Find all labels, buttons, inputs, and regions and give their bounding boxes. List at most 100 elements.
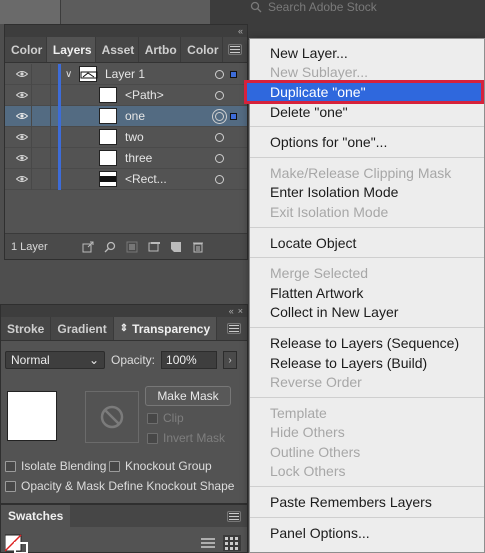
- fill-stroke-icon[interactable]: [4, 533, 31, 553]
- search-field[interactable]: Search Adobe Stock: [250, 0, 485, 14]
- list-view-icon[interactable]: [201, 537, 215, 549]
- lock-toggle[interactable]: [31, 63, 51, 85]
- panel-collapse-bar[interactable]: «×: [1, 305, 247, 317]
- menu-item-options[interactable]: Options for "one"...: [250, 132, 484, 152]
- tab-color-guide[interactable]: Color: [181, 37, 224, 62]
- knockout-group-label: Knockout Group: [125, 459, 212, 473]
- collapse-icon[interactable]: «: [229, 306, 234, 316]
- menu-item-merge-selected: Merge Selected: [270, 265, 369, 282]
- isolate-blending-option[interactable]: Isolate Blending: [5, 459, 106, 473]
- menu-separator: [250, 486, 484, 488]
- menu-item-enter-isolation[interactable]: Enter Isolation Mode: [250, 183, 484, 203]
- lock-toggle[interactable]: [31, 126, 51, 148]
- tab-asset[interactable]: Asset: [96, 37, 139, 62]
- invert-mask-checkbox[interactable]: [147, 432, 158, 444]
- menu-item-new-layer[interactable]: New Layer...: [250, 43, 484, 63]
- visibility-eye-icon[interactable]: [13, 154, 31, 162]
- tab-transparency[interactable]: ⇕ Transparency: [113, 317, 218, 340]
- sublayer-row[interactable]: two: [5, 126, 247, 148]
- menu-item-collect-new-layer[interactable]: Collect in New Layer: [250, 303, 484, 323]
- locate-object-icon[interactable]: [99, 240, 121, 254]
- opacity-input[interactable]: 100%: [161, 351, 218, 369]
- clip-option[interactable]: Clip: [147, 411, 184, 425]
- lock-toggle[interactable]: [31, 105, 51, 127]
- grid-view-icon[interactable]: [223, 535, 241, 551]
- knockout-group-option[interactable]: Knockout Group: [109, 459, 212, 473]
- menu-item-release-sequence[interactable]: Release to Layers (Sequence): [250, 333, 484, 353]
- layer-name[interactable]: Layer 1: [105, 67, 145, 81]
- visibility-eye-icon[interactable]: [13, 112, 31, 120]
- clip-checkbox[interactable]: [147, 412, 158, 424]
- menu-item-new-sublayer: New Sublayer...: [270, 64, 369, 81]
- mask-thumbnail[interactable]: [85, 391, 139, 443]
- knockout-group-checkbox[interactable]: [109, 460, 120, 472]
- layers-panel-tabs: Color Layers Asset Artbo Color: [5, 37, 247, 63]
- tab-color[interactable]: Color: [5, 37, 47, 62]
- panel-menu-button[interactable]: [221, 317, 247, 340]
- new-layer-icon[interactable]: [165, 240, 187, 254]
- panel-menu-button[interactable]: [221, 510, 247, 522]
- collapse-icon[interactable]: «: [238, 26, 243, 36]
- sublayer-row[interactable]: <Path>: [5, 84, 247, 106]
- export-icon[interactable]: [77, 240, 99, 254]
- item-name[interactable]: one: [125, 109, 145, 123]
- expand-chevron-icon[interactable]: ∨: [65, 69, 79, 80]
- menu-item-release-build[interactable]: Release to Layers (Build): [250, 353, 484, 373]
- visibility-eye-icon[interactable]: [13, 133, 31, 141]
- selection-indicator[interactable]: [230, 112, 237, 120]
- opacity-slider-toggle[interactable]: ›: [223, 351, 238, 369]
- visibility-eye-icon[interactable]: [13, 91, 31, 99]
- no-mask-icon: [100, 405, 124, 429]
- item-name[interactable]: three: [125, 151, 152, 165]
- layer-count: 1 Layer: [11, 240, 48, 253]
- menu-separator: [250, 327, 484, 329]
- item-thumbnail: [99, 150, 117, 166]
- menu-item-delete[interactable]: Delete "one": [250, 102, 484, 122]
- menu-item-panel-options[interactable]: Panel Options...: [250, 523, 484, 543]
- item-name[interactable]: two: [125, 130, 144, 144]
- sublayer-row[interactable]: <Rect...: [5, 168, 247, 190]
- new-sublayer-icon[interactable]: [143, 240, 165, 254]
- opacity-mask-checkbox[interactable]: [5, 480, 16, 492]
- chevron-down-icon: ⌄: [88, 353, 99, 367]
- target-circle-icon[interactable]: [215, 153, 224, 163]
- menu-item-locate-object[interactable]: Locate Object: [250, 233, 484, 253]
- menu-item-flatten-artwork[interactable]: Flatten Artwork: [250, 283, 484, 303]
- target-circle-selected-icon[interactable]: [212, 108, 227, 124]
- blend-controls: Normal ⌄ Opacity: 100% ›: [5, 351, 238, 369]
- sublayer-row-selected[interactable]: one: [5, 105, 247, 127]
- menu-item-duplicate[interactable]: Duplicate "one": [244, 80, 484, 104]
- selection-indicator[interactable]: [230, 70, 237, 78]
- target-circle-icon[interactable]: [215, 132, 224, 142]
- target-circle-icon[interactable]: [215, 69, 224, 79]
- invert-mask-option[interactable]: Invert Mask: [147, 431, 225, 445]
- tab-stroke[interactable]: Stroke: [1, 317, 52, 340]
- clipping-mask-icon[interactable]: [121, 240, 143, 254]
- trash-icon[interactable]: [187, 240, 209, 254]
- tab-layers[interactable]: Layers: [46, 37, 96, 62]
- opacity-mask-option[interactable]: Opacity & Mask Define Knockout Shape: [5, 479, 234, 493]
- lock-toggle[interactable]: [31, 168, 51, 190]
- visibility-eye-icon[interactable]: [13, 70, 31, 78]
- blend-mode-select[interactable]: Normal ⌄: [5, 351, 105, 369]
- panel-collapse-bar[interactable]: «: [5, 25, 247, 37]
- tab-swatches[interactable]: Swatches: [1, 505, 71, 527]
- item-name[interactable]: <Path>: [125, 88, 164, 102]
- make-mask-button[interactable]: Make Mask: [145, 386, 231, 406]
- tab-gradient[interactable]: Gradient: [51, 317, 114, 340]
- sublayer-row[interactable]: three: [5, 147, 247, 169]
- lock-toggle[interactable]: [31, 84, 51, 106]
- visibility-eye-icon[interactable]: [13, 175, 31, 183]
- item-thumbnail: [99, 108, 117, 124]
- panel-menu-button[interactable]: [223, 37, 247, 62]
- tab-artboards[interactable]: Artbo: [139, 37, 182, 62]
- target-circle-icon[interactable]: [215, 174, 224, 184]
- close-icon[interactable]: ×: [238, 306, 243, 316]
- lock-toggle[interactable]: [31, 147, 51, 169]
- target-circle-icon[interactable]: [215, 90, 224, 100]
- menu-item-template: Template: [270, 404, 327, 421]
- menu-item-paste-remembers-layers[interactable]: Paste Remembers Layers: [250, 492, 484, 512]
- item-name[interactable]: <Rect...: [125, 172, 167, 186]
- layer-row[interactable]: ∨ Layer 1: [5, 63, 247, 85]
- isolate-blending-checkbox[interactable]: [5, 460, 16, 472]
